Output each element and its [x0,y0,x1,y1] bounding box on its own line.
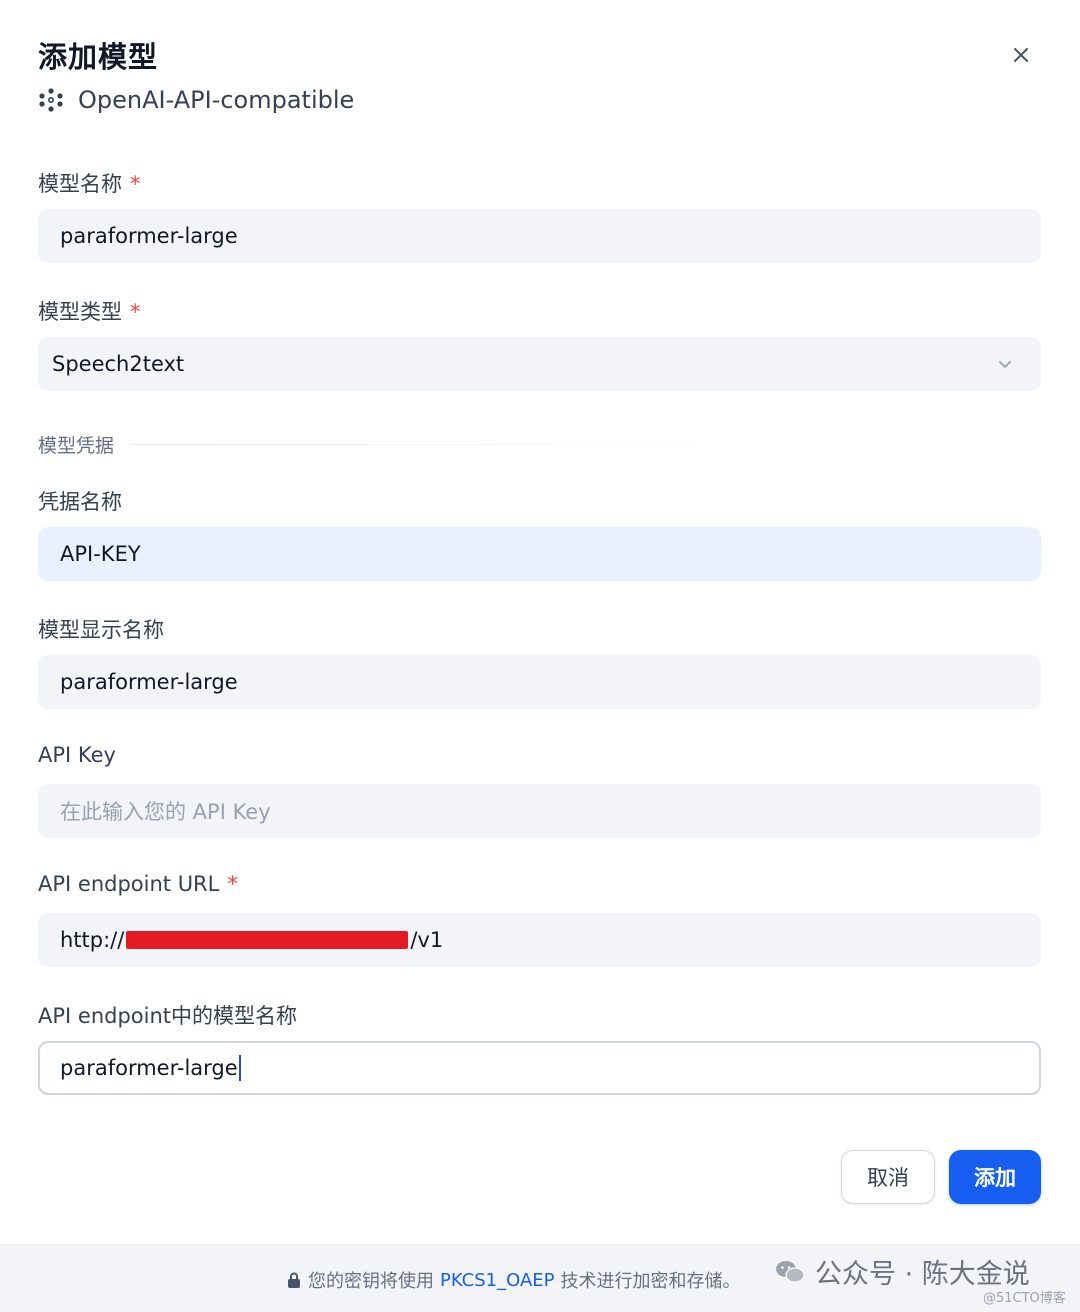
provider-row: OpenAI-API-compatible [38,86,354,114]
endpoint-url-input[interactable]: http:///v1 [38,913,1041,967]
wechat-icon [776,1260,805,1283]
api-key-label: API Key [38,743,116,767]
model-name-label: 模型名称 * [38,172,141,196]
model-type-value: Speech2text [52,352,185,376]
model-name-input[interactable]: paraformer-large [38,209,1041,263]
cancel-button[interactable]: 取消 [841,1150,935,1204]
redacted-host [126,931,409,949]
watermark: 公众号 · 陈大金说 [775,1252,1030,1291]
credential-name-input[interactable]: API-KEY [38,527,1041,581]
endpoint-model-name-input[interactable]: paraformer-large [38,1041,1041,1095]
section-divider [132,444,738,445]
pkcs-link[interactable]: PKCS1_OAEP [440,1270,555,1291]
endpoint-model-name-label: API endpoint中的模型名称 [38,1004,298,1028]
display-name-label: 模型显示名称 [38,618,164,642]
encryption-notice: 您的密钥将使用 PKCS1_OAEP 技术进行加密和存储。 [286,1267,741,1293]
model-type-label: 模型类型 * [38,300,141,324]
required-mark: * [130,300,141,324]
model-type-select[interactable]: Speech2text [38,337,1041,391]
required-mark: * [130,172,141,196]
openai-compatible-icon [39,88,63,112]
api-key-placeholder: 在此输入您的 API Key [60,800,271,824]
display-name-input[interactable]: paraformer-large [38,655,1041,709]
lock-icon [288,1272,300,1288]
credential-name-label: 凭据名称 [38,490,122,514]
dialog-title: 添加模型 [38,40,159,74]
close-button[interactable] [1004,38,1038,72]
endpoint-url-label: API endpoint URL * [38,872,238,896]
add-model-dialog: 添加模型 OpenAI-API-compatible 模型名称 * parafor… [0,0,1080,1312]
provider-name: OpenAI-API-compatible [78,86,355,114]
watermark-sub: @51CTO博客 [983,1291,1066,1306]
close-icon [1014,48,1028,62]
text-cursor [238,1055,241,1081]
chevron-down-icon [999,361,1011,368]
required-mark: * [227,872,238,896]
credentials-section-header: 模型凭据 [38,431,738,458]
api-key-input[interactable]: 在此输入您的 API Key [38,784,1041,838]
add-button[interactable]: 添加 [949,1150,1041,1204]
